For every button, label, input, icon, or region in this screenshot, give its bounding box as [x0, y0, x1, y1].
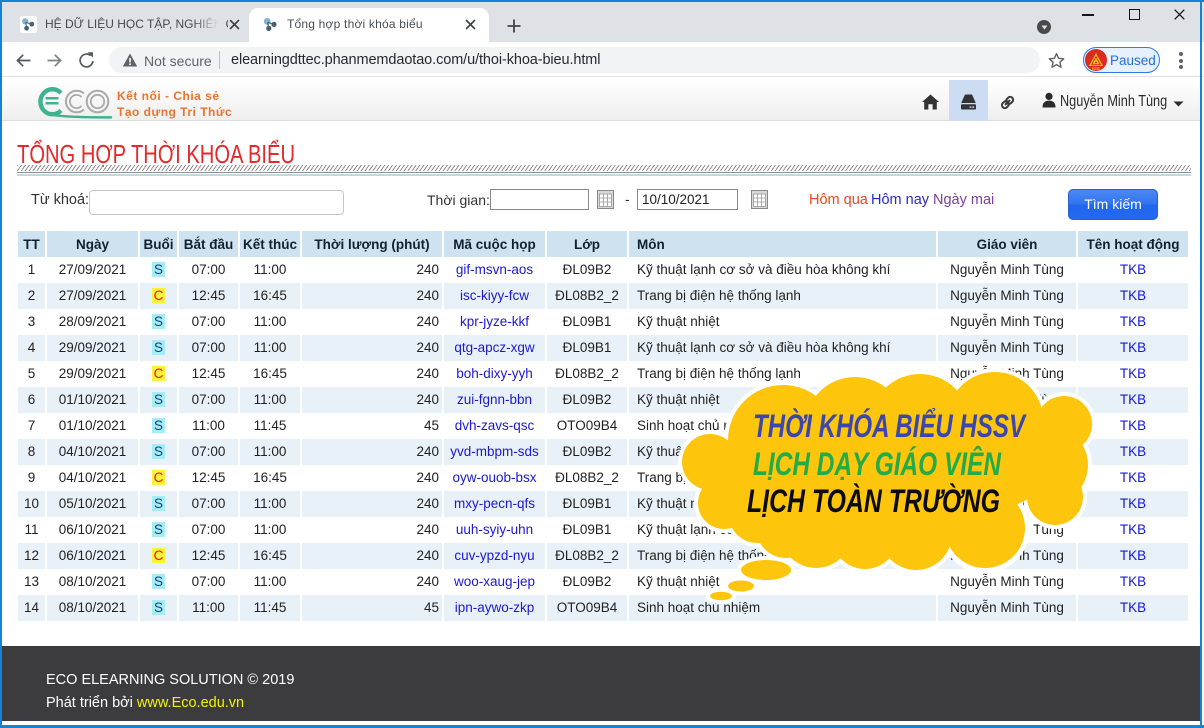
- svg-text:LỊCH DẠY GIÁO VIÊN: LỊCH DẠY GIÁO VIÊN: [753, 446, 1002, 482]
- svg-text:LỊCH TOÀN TRƯỜNG: LỊCH TOÀN TRƯỜNG: [747, 483, 1000, 519]
- svg-text:THỜI KHÓA BIỂU HSSV: THỜI KHÓA BIỂU HSSV: [753, 408, 1027, 444]
- svg-text:IGE: IGE: [1092, 66, 1100, 71]
